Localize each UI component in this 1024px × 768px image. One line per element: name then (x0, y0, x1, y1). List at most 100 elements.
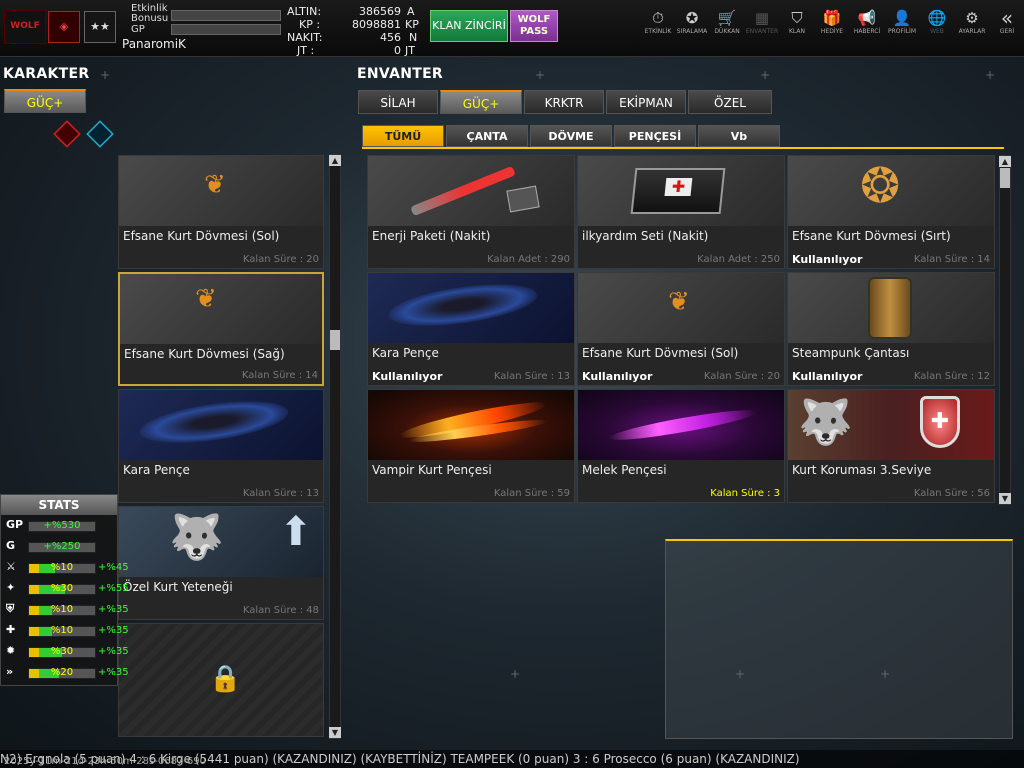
currency-row-jt: JT : 0 JT (297, 44, 415, 57)
inventory-scrollbar[interactable]: ▲ ▼ (999, 155, 1011, 505)
nav-profile-button[interactable]: 👤 PROFİLİM (882, 9, 922, 36)
gear-icon: ⚙ (965, 9, 979, 27)
scroll-down-icon[interactable]: ▼ (999, 493, 1011, 504)
backpack-icon (868, 277, 912, 339)
nav-gift-button[interactable]: 🎁 HEDİYE (812, 9, 852, 36)
subtab-tattoo[interactable]: DÖVME (530, 125, 612, 147)
item-image: 🐺 ⬆ (119, 507, 323, 577)
rank-badge: ★★ (84, 11, 116, 43)
clan-chain-button[interactable]: KLAN ZİNCİRİ (430, 10, 508, 42)
character-tab-power[interactable]: GÜÇ+ (4, 89, 86, 113)
stat-value: %10 (50, 562, 74, 573)
stat-row: » %20 +%35 (6, 665, 132, 681)
inventory-item-black-claw[interactable]: Kara Pençe Kullanılıyor Kalan Süre : 13 (367, 272, 575, 386)
item-image (368, 390, 574, 460)
red-skill-icon[interactable] (53, 120, 81, 148)
username: PanaromiK (122, 37, 186, 51)
gun-grip-icon (506, 185, 540, 213)
inventory-tab-special[interactable]: ÖZEL (688, 90, 772, 114)
subtab-bag[interactable]: ÇANTA (446, 125, 528, 147)
character-slot-2[interactable]: ❦ Efsane Kurt Dövmesi (Sağ) Kalan Süre :… (118, 272, 324, 386)
nav-herald-button[interactable]: 📢 HABERCİ (847, 9, 887, 36)
wolf-face-icon: 🐺 (798, 397, 853, 448)
pink-claw-icon (607, 405, 759, 445)
scroll-up-icon[interactable]: ▲ (329, 155, 341, 166)
item-image: ❦ (120, 274, 322, 344)
stat-row: ⚔ %10 +%45 (6, 560, 132, 576)
cart-icon: 🛒 (717, 9, 737, 27)
inventory-item-angel-claw[interactable]: Melek Pençesi Kalan Süre : 3 (577, 389, 785, 503)
item-image: ✚ (578, 156, 784, 226)
arrow-up-icon: ⬆ (279, 509, 313, 555)
inventory-tab-weapon[interactable]: SİLAH (358, 90, 438, 114)
nav-shop-button[interactable]: 🛒 DÜKKAN (707, 9, 747, 36)
wolf-head-icon: 🐺 (169, 512, 224, 563)
stat-icon: » (6, 665, 14, 678)
scroll-thumb[interactable] (1000, 168, 1010, 188)
inventory-item-back-tattoo[interactable]: ❂ Efsane Kurt Dövmesi (Sırt) Kullanılıyo… (787, 155, 995, 269)
stat-row: G +%250 (6, 539, 132, 555)
nav-back-button[interactable]: « GERİ (987, 6, 1024, 36)
subtab-all[interactable]: TÜMÜ (362, 125, 444, 147)
subtab-etc[interactable]: Vb (698, 125, 780, 147)
shield-icon: ⛉ (791, 9, 803, 27)
clan-emblem-icon[interactable]: ◈ (48, 11, 80, 43)
item-image: 🐺 ✚ (788, 390, 994, 460)
inventory-item-wolf-guard[interactable]: 🐺 ✚ Kurt Koruması 3.Seviye Kalan Süre : … (787, 389, 995, 503)
lock-icon: 🔒 (209, 664, 242, 694)
stat-icon: ✚ (6, 623, 16, 636)
currency-row-cash: NAKIT: 456 N (287, 31, 418, 44)
stat-row: ✚ %10 +%35 (6, 623, 132, 639)
item-image: ❦ (119, 156, 323, 226)
megaphone-icon: 📢 (857, 9, 877, 27)
stat-icon: ⛨ (6, 602, 15, 615)
wolf-pass-button[interactable]: WOLF PASS (510, 10, 558, 42)
nav-web-button[interactable]: 🌐 WEB (917, 9, 957, 36)
scroll-down-icon[interactable]: ▼ (329, 727, 341, 738)
stat-value: %20 (50, 667, 74, 678)
stat-icon: G (6, 539, 16, 552)
gift-icon: 🎁 (822, 9, 842, 27)
inventory-tab-character[interactable]: KRKTR (524, 90, 604, 114)
nav-clan-button[interactable]: ⛉ KLAN (777, 9, 817, 36)
stat-bonus: +%35 (98, 625, 129, 636)
event-bonus-label: Etkinlik Bonusu (131, 3, 169, 24)
medal-icon: ✪ (685, 9, 699, 27)
inventory-item-energy-pack[interactable]: Enerji Paketi (Nakit) Kalan Adet : 290 (367, 155, 575, 269)
stats-title: STATS (1, 495, 117, 515)
decorative-plus-icon: + (760, 68, 771, 82)
top-bar: WOLF ◈ ★★ Etkinlik Bonusu GP PanaromiK A… (0, 0, 1024, 57)
stat-icon: ✹ (6, 644, 16, 657)
decorative-plus-icon: + (535, 68, 546, 82)
wolf-crest-icon: ❂ (860, 158, 901, 214)
nav-inventory-button[interactable]: ▦ ENVANTER (742, 9, 782, 36)
item-image: ❦ (578, 273, 784, 343)
timestamp: 2025y-11m-21d-23h-50m-28s-0687-690 (4, 756, 206, 767)
character-slot-3[interactable]: Kara Pençe Kalan Süre : 13 (118, 389, 324, 503)
stat-value: +%530 (43, 520, 81, 531)
stat-value: %10 (50, 625, 74, 636)
stat-icon: ⚔ (6, 560, 16, 573)
item-image: ❂ (788, 156, 994, 226)
character-slot-1[interactable]: ❦ Efsane Kurt Dövmesi (Sol) Kalan Süre :… (118, 155, 324, 269)
scroll-thumb[interactable] (330, 330, 340, 350)
inventory-item-steampunk-bag[interactable]: Steampunk Çantası Kullanılıyor Kalan Sür… (787, 272, 995, 386)
character-scrollbar[interactable]: ▲ ▼ (329, 154, 341, 739)
stat-bonus: +%55 (98, 583, 129, 594)
nav-settings-button[interactable]: ⚙ AYARLAR (952, 9, 992, 36)
stat-row: ✹ %30 +%35 (6, 644, 132, 660)
item-image (368, 156, 574, 226)
character-slot-4[interactable]: 🐺 ⬆ Özel Kurt Yeteneği Kalan Süre : 48 (118, 506, 324, 620)
inventory-item-left-tattoo[interactable]: ❦ Efsane Kurt Dövmesi (Sol) Kullanılıyor… (577, 272, 785, 386)
nav-ranking-button[interactable]: ✪ SIRALAMA (672, 9, 712, 36)
subtab-claw[interactable]: PENÇESİ (614, 125, 696, 147)
scroll-up-icon[interactable]: ▲ (999, 156, 1011, 167)
inventory-tab-equipment[interactable]: EKİPMAN (606, 90, 686, 114)
inventory-item-vampire-claw[interactable]: Vampir Kurt Pençesi Kalan Süre : 59 (367, 389, 575, 503)
gp-label: GP (131, 24, 145, 35)
inventory-tab-power[interactable]: GÜÇ+ (440, 90, 522, 114)
event-bonus-bar (171, 10, 281, 21)
back-chevron-icon: « (1000, 6, 1014, 30)
inventory-item-first-aid[interactable]: ✚ ilkyardım Seti (Nakit) Kalan Adet : 25… (577, 155, 785, 269)
blue-skill-icon[interactable] (86, 120, 114, 148)
